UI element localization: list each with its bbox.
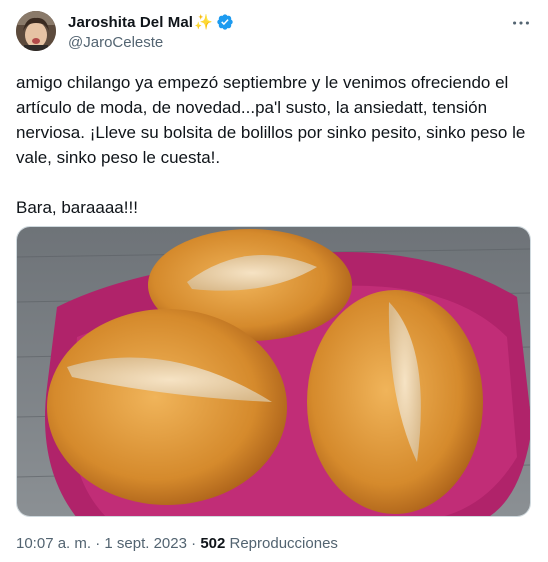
meta-separator: · — [186, 535, 201, 552]
tweet-date[interactable]: 1 sept. 2023 — [104, 535, 187, 552]
tweet-media-photo[interactable] — [16, 226, 531, 517]
avatar-image — [16, 11, 56, 51]
tweet-card: Jaroshita Del Mal ✨ @JaroCeleste amigo c… — [0, 0, 548, 562]
display-name[interactable]: Jaroshita Del Mal — [68, 14, 193, 31]
verified-badge-icon[interactable] — [216, 13, 234, 31]
more-horizontal-icon[interactable] — [510, 12, 532, 34]
name-row: Jaroshita Del Mal ✨ — [68, 12, 234, 32]
views-label: Reproducciones — [225, 535, 338, 552]
views-count[interactable]: 502 — [200, 535, 225, 552]
tweet-meta: 10:07 a. m. · 1 sept. 2023 · 502 Reprodu… — [16, 535, 338, 552]
handle[interactable]: @JaroCeleste — [68, 34, 234, 51]
meta-separator: · — [91, 535, 105, 552]
bolillos-photo — [17, 227, 530, 516]
sparkle-emoji: ✨ — [194, 14, 213, 31]
avatar[interactable] — [16, 11, 56, 51]
tweet-text: amigo chilango ya empezó septiembre y le… — [16, 73, 526, 217]
tweet-time[interactable]: 10:07 a. m. — [16, 535, 91, 552]
author-block: Jaroshita Del Mal ✨ @JaroCeleste — [68, 12, 234, 51]
